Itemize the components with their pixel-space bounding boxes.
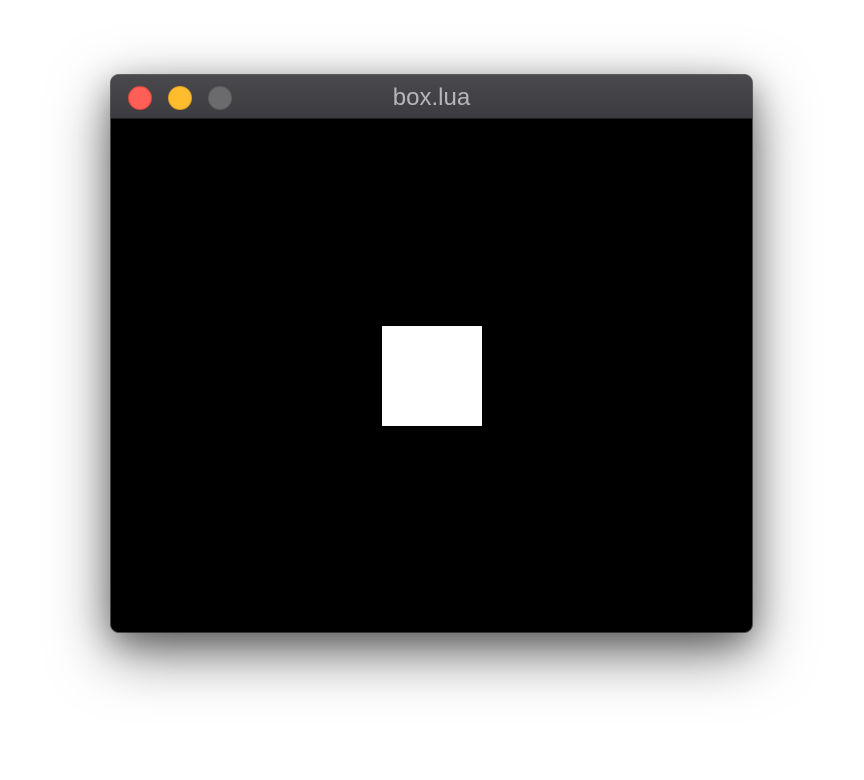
title-bar[interactable]: box.lua bbox=[111, 75, 752, 119]
white-box bbox=[382, 326, 482, 426]
app-window: box.lua bbox=[111, 75, 752, 632]
render-canvas[interactable] bbox=[111, 119, 752, 632]
window-title: box.lua bbox=[392, 84, 471, 111]
